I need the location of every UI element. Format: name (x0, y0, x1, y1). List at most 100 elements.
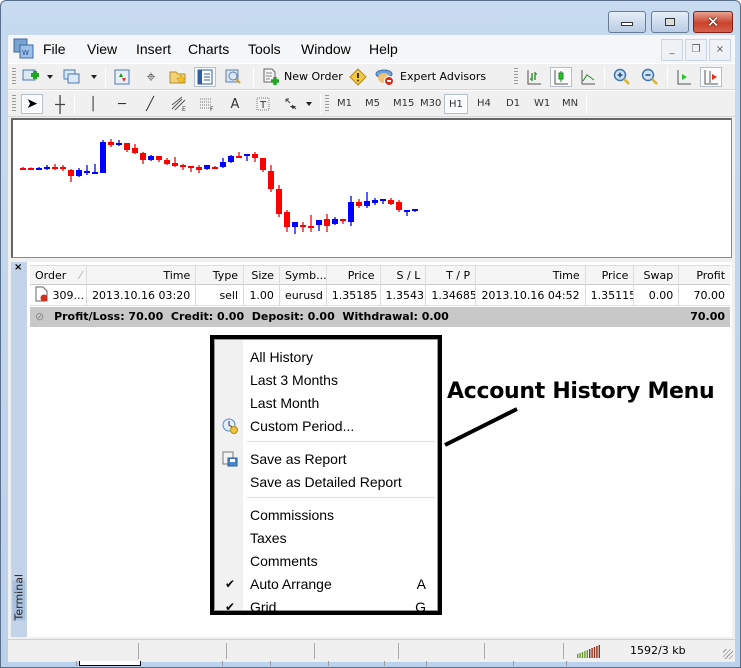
chevron-down-icon[interactable] (91, 75, 97, 79)
expert-advisors-button[interactable]: Expert Advisors (400, 70, 486, 83)
column-close-time[interactable]: Time (476, 266, 586, 286)
expert-advisors-icon-button[interactable] (374, 67, 396, 87)
bar-chart-button[interactable] (523, 67, 545, 87)
mdi-close-button[interactable]: × (709, 39, 731, 61)
timeframe-h1[interactable]: H1 (444, 94, 468, 114)
column-close-price[interactable]: Price (586, 266, 635, 286)
auto-scroll-button[interactable] (673, 67, 695, 87)
column-swap[interactable]: Swap (634, 266, 680, 286)
account-history-context-menu: All History Last 3 Months Last Month Cus… (210, 335, 442, 615)
timeframe-d1[interactable]: D1 (502, 94, 524, 114)
minimize-icon (621, 22, 633, 26)
menu-item-grid[interactable]: ✔ Grid G (216, 596, 438, 618)
timeframe-m15[interactable]: M15 (389, 94, 418, 114)
autotrading-warning-button[interactable] (347, 67, 369, 87)
new-order-button[interactable]: New Order (284, 70, 343, 83)
toolbar-grip[interactable] (12, 95, 16, 113)
resize-grip[interactable] (723, 649, 733, 659)
candle-bullish (36, 168, 42, 170)
column-type[interactable]: Type (196, 266, 245, 286)
menu-item-save-as-detailed-report[interactable]: Save as Detailed Report (216, 471, 438, 493)
strategy-tester-button[interactable] (222, 67, 244, 87)
candlestick-chart-button[interactable] (550, 67, 572, 87)
menu-view[interactable]: View (87, 41, 117, 57)
menu-item-comments[interactable]: Comments (216, 550, 438, 572)
column-open-price[interactable]: Price (327, 266, 381, 286)
mdi-minimize-button[interactable]: _ (661, 39, 683, 61)
menu-item-save-as-report[interactable]: Save as Report (216, 448, 438, 470)
window-close-button[interactable]: ✕ (693, 11, 733, 33)
trendline-button[interactable]: ╱ (139, 94, 161, 114)
horizontal-line-button[interactable]: ─ (111, 94, 133, 114)
menu-item-auto-arrange[interactable]: ✔ Auto Arrange A (216, 573, 438, 595)
menu-item-taxes[interactable]: Taxes (216, 527, 438, 549)
signal-bar (596, 646, 598, 658)
timeframe-mn[interactable]: MN (558, 94, 582, 114)
zoom-in-button[interactable] (611, 67, 633, 87)
signal-bar (579, 653, 581, 658)
menu-item-last-month[interactable]: Last Month (216, 392, 438, 414)
candle-bullish (228, 156, 234, 162)
menu-charts[interactable]: Charts (188, 41, 229, 57)
text-tool-button[interactable]: A (224, 94, 246, 114)
column-profit[interactable]: Profit (679, 266, 730, 286)
column-open-time[interactable]: Time (87, 266, 197, 286)
fibonacci-button[interactable]: F (196, 94, 218, 114)
menu-item-all-history[interactable]: All History (216, 346, 438, 368)
text-label-button[interactable]: T (252, 94, 274, 114)
window-maximize-button[interactable] (651, 11, 689, 33)
menu-help[interactable]: Help (369, 41, 398, 57)
toolbar-grip[interactable] (12, 68, 16, 86)
arrows-button[interactable] (280, 94, 302, 114)
candle-bearish (196, 167, 202, 170)
column-order[interactable]: Order ⁄ (30, 266, 87, 286)
navigator-button[interactable] (167, 67, 189, 87)
table-row[interactable]: 309... 2013.10.16 03:20 sell 1.00 eurusd… (30, 286, 730, 306)
chevron-down-icon[interactable] (47, 75, 53, 79)
timeframe-m5[interactable]: M5 (361, 94, 384, 114)
column-symbol[interactable]: Symb... (280, 266, 327, 286)
menu-item-last-3-months[interactable]: Last 3 Months (216, 369, 438, 391)
timeframe-m30[interactable]: M30 (416, 94, 445, 114)
mdi-restore-button[interactable]: ❐ (685, 39, 707, 61)
toolbar-grip[interactable] (514, 68, 518, 86)
candle-bullish (148, 156, 154, 160)
connection-status-icon[interactable] (577, 644, 601, 658)
metatrader-app-icon[interactable]: W (13, 38, 35, 60)
zoom-out-button[interactable] (639, 67, 661, 87)
cursor-tool-button[interactable]: ➤ (21, 94, 43, 114)
menu-file[interactable]: File (43, 41, 66, 57)
column-tp[interactable]: T / P (426, 266, 477, 286)
new-order-icon-button[interactable] (260, 67, 282, 87)
toolbar-grip[interactable] (325, 95, 329, 113)
terminal-close-button[interactable]: × (14, 262, 22, 273)
menu-window[interactable]: Window (301, 41, 351, 57)
crosshair-tool-button[interactable]: ┼ (49, 94, 71, 114)
vertical-line-button[interactable]: │ (82, 94, 104, 114)
signal-bar (586, 650, 588, 658)
minimize-icon: _ (669, 44, 675, 55)
timeframe-h4[interactable]: H4 (473, 94, 495, 114)
market-watch-button[interactable] (111, 67, 133, 87)
summary-text: Profit/Loss: 70.00 Credit: 0.00 Deposit:… (54, 310, 449, 323)
arrows-icon (285, 98, 297, 110)
menu-tools[interactable]: Tools (248, 41, 281, 57)
price-chart[interactable] (11, 118, 732, 258)
equidistant-channel-button[interactable]: E (168, 94, 190, 114)
menu-insert[interactable]: Insert (136, 41, 171, 57)
candle-bullish (116, 143, 122, 145)
window-minimize-button[interactable] (608, 11, 646, 33)
timeframe-w1[interactable]: W1 (530, 94, 554, 114)
data-window-button[interactable]: ⌖ (140, 67, 162, 87)
column-sl[interactable]: S / L (381, 266, 427, 286)
profiles-button[interactable] (61, 67, 83, 87)
line-chart-button[interactable] (577, 67, 599, 87)
column-size[interactable]: Size (244, 266, 280, 286)
menu-item-custom-period[interactable]: Custom Period... (216, 415, 438, 437)
menu-item-commissions[interactable]: Commissions (216, 504, 438, 526)
chart-shift-button[interactable] (700, 67, 722, 87)
terminal-toggle-button[interactable] (194, 67, 216, 87)
timeframe-m1[interactable]: M1 (333, 94, 356, 114)
chevron-down-icon[interactable] (306, 102, 312, 106)
new-chart-button[interactable] (20, 67, 42, 87)
